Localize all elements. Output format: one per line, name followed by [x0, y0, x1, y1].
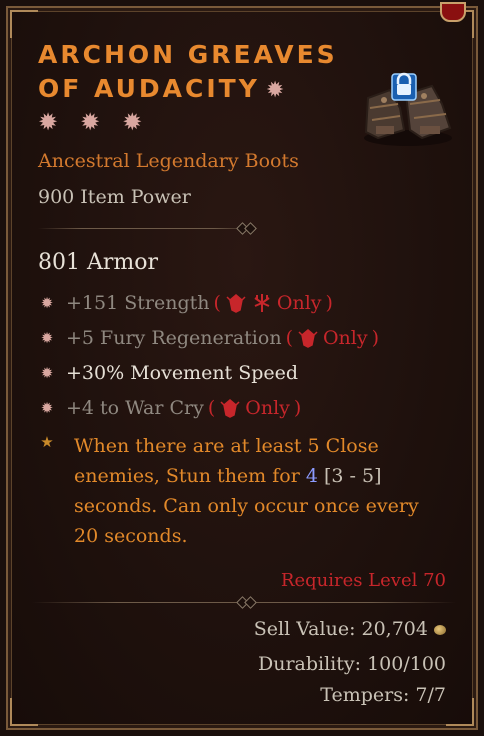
restriction-label: Only	[245, 397, 290, 419]
item-tooltip: ARCHON GREAVES OF AUDACITY ✹ ✹ ✹ ✹ Ancest…	[6, 2, 478, 730]
affix-row: ✹ +30% Movement Speed	[38, 362, 298, 384]
gold-coin-icon	[434, 625, 446, 635]
affix-bullet-icon: ✹	[40, 364, 54, 382]
item-name-line1: ARCHON GREAVES	[38, 40, 338, 69]
sell-value: Sell Value: 20,704	[254, 618, 446, 640]
affix-row: ✹ +5 Fury Regeneration ( Only)	[38, 327, 379, 349]
frame-corner	[10, 10, 38, 38]
frame-corner	[10, 698, 38, 726]
class-restriction: ( Only)	[285, 327, 380, 349]
close-gem-icon[interactable]	[440, 2, 466, 22]
durability: Durability: 100/100	[257, 653, 446, 675]
affix-bullet-icon: ✹	[40, 399, 54, 417]
item-type: Ancestral Legendary Boots	[38, 150, 299, 172]
armor-stat: 801 Armor	[38, 250, 159, 275]
affix-text: +4 to War Cry	[66, 397, 204, 419]
level-requirement: Requires Level 70	[280, 570, 446, 591]
affix-text: +5 Fury Regeneration	[66, 327, 282, 349]
item-name-line2: OF AUDACITY	[38, 74, 260, 103]
affix-text: +151 Strength	[66, 292, 210, 314]
masterwork-star-icon: ✹	[265, 78, 288, 103]
barbarian-icon	[226, 294, 246, 313]
restriction-label: Only	[276, 292, 322, 314]
item-power: 900 Item Power	[38, 186, 191, 208]
boots-icon	[364, 72, 452, 146]
tempers: Tempers: 7/7	[320, 684, 446, 706]
rating-stars: ✹ ✹ ✹	[38, 108, 143, 136]
legendary-text: seconds. Can only occur once every 20 se…	[74, 495, 419, 547]
divider	[32, 596, 456, 609]
affix-row: ✹ +4 to War Cry ( Only)	[38, 397, 302, 419]
affix-text: +30% Movement Speed	[66, 362, 299, 384]
class-restriction: ( Only)	[213, 292, 333, 314]
lock-icon	[391, 72, 417, 101]
legendary-range: [3 - 5]	[323, 465, 382, 487]
legendary-star-icon: ★	[40, 433, 54, 451]
masterwork-star-icon: ✹	[38, 108, 59, 136]
legendary-value: 4	[305, 465, 318, 487]
affix-bullet-icon: ✹	[40, 294, 54, 312]
barbarian-icon	[298, 329, 318, 348]
affix-row: ✹ +151 Strength ( Only)	[38, 292, 333, 314]
frame-corner	[446, 698, 474, 726]
druid-icon	[254, 294, 270, 312]
affix-bullet-icon: ✹	[40, 329, 54, 347]
item-name: ARCHON GREAVES OF AUDACITY ✹	[38, 38, 338, 106]
barbarian-icon	[220, 399, 240, 418]
class-restriction: ( Only)	[207, 397, 302, 419]
restriction-label: Only	[322, 327, 368, 349]
masterwork-star-icon: ✹	[122, 108, 143, 136]
masterwork-star-icon: ✹	[80, 108, 101, 136]
legendary-power: ★ When there are at least 5 Close enemie…	[38, 431, 448, 551]
sell-value-text: Sell Value: 20,704	[253, 618, 428, 640]
divider	[38, 222, 258, 235]
